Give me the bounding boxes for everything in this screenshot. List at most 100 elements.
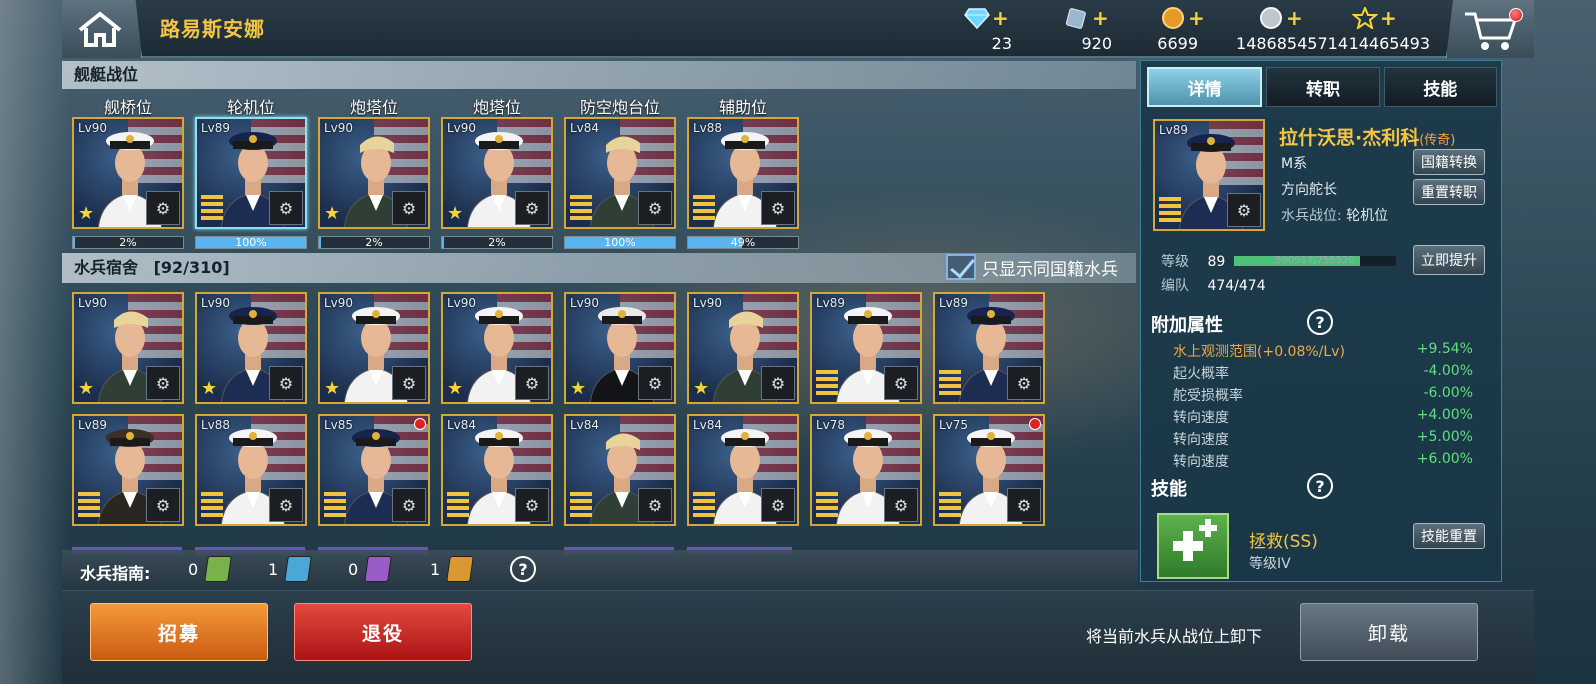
- sailor-level: Lv90: [693, 296, 723, 310]
- sailor-card[interactable]: Lv90 ★ ⚙: [318, 292, 430, 404]
- sailor-card[interactable]: Lv90 ★ ⚙: [564, 292, 676, 404]
- star-rank-icon: ★: [78, 378, 95, 399]
- sailor-card[interactable]: Lv88 ⚙: [195, 414, 307, 526]
- sailor-rarity: (传奇): [1419, 133, 1456, 148]
- skill-reset-button[interactable]: 技能重置: [1413, 523, 1485, 549]
- sailor-card[interactable]: Lv84 ⚙: [564, 117, 676, 229]
- guide-count: 0: [188, 559, 199, 579]
- sailor-card[interactable]: Lv90 ★ ⚙: [441, 292, 553, 404]
- tab-skills[interactable]: 技能: [1383, 67, 1497, 107]
- sailor-card[interactable]: Lv88 ⚙: [687, 117, 799, 229]
- dorm-count: [92/310]: [153, 258, 230, 277]
- sailor-card[interactable]: Lv90 ★ ⚙: [687, 292, 799, 404]
- star-rank-icon: ★: [324, 203, 341, 224]
- sailor-level: Lv89: [1159, 123, 1189, 137]
- guide-item[interactable]: 1: [268, 556, 313, 582]
- notification-dot: [1509, 8, 1523, 22]
- guide-item[interactable]: 0: [188, 556, 233, 582]
- help-icon[interactable]: ?: [510, 556, 536, 582]
- sailor-card[interactable]: Lv75 ⚙: [933, 414, 1045, 526]
- reset-job-button[interactable]: 重置转职: [1413, 179, 1485, 205]
- sailor-card[interactable]: Lv89 ⚙: [72, 414, 184, 526]
- sailor-card[interactable]: Lv90 ★ ⚙: [72, 292, 184, 404]
- progress-fill: [319, 237, 322, 248]
- progress-text: 2%: [119, 236, 137, 249]
- sailor-level: Lv84: [570, 418, 600, 432]
- progress-text: 49%: [730, 236, 756, 249]
- checkbox-icon[interactable]: [946, 254, 976, 280]
- same-nationality-filter[interactable]: 只显示同国籍水兵: [946, 252, 1118, 282]
- skill-help-icon[interactable]: ?: [1307, 473, 1333, 499]
- tab-job-change[interactable]: 转职: [1266, 67, 1380, 107]
- sailor-card[interactable]: Lv89 ⚙: [810, 292, 922, 404]
- home-button[interactable]: [62, 0, 142, 58]
- chevron-rank-icon: [816, 370, 838, 398]
- game-frame: 路易斯安娜 + 23 + 920 + 6699 + 14868545714 + …: [62, 0, 1534, 684]
- sailor-card[interactable]: Lv89 ⚙: [1153, 119, 1265, 231]
- dorm-title: 水兵宿舍: [74, 258, 139, 277]
- post-label: 水兵战位:: [1281, 208, 1342, 224]
- shop-button[interactable]: [1446, 0, 1534, 58]
- sailor-level: Lv84: [693, 418, 723, 432]
- sailor-card[interactable]: Lv84 ⚙: [687, 414, 799, 526]
- star-rank-icon: ★: [324, 378, 341, 399]
- level-value: 89: [1207, 254, 1226, 270]
- sailor-card[interactable]: Lv90 ★ ⚙: [72, 117, 184, 229]
- slot-progress-bar: 2%: [318, 236, 430, 249]
- chevron-rank-icon: [1159, 197, 1181, 225]
- team-label: 编队: [1161, 278, 1189, 294]
- slot-label: 炮塔位: [349, 98, 398, 117]
- sailor-card[interactable]: Lv78 ⚙: [810, 414, 922, 526]
- plus-icon[interactable]: +: [1286, 8, 1303, 28]
- nationality-change-button[interactable]: 国籍转换: [1413, 149, 1485, 175]
- guide-help[interactable]: ?: [510, 556, 536, 582]
- job-badge-icon: ⚙: [269, 191, 303, 225]
- sailor-card[interactable]: Lv85 ⚙: [318, 414, 430, 526]
- chevron-rank-icon: [447, 492, 469, 520]
- sailor-card[interactable]: Lv90 ★ ⚙: [318, 117, 430, 229]
- star-rank-icon: ★: [447, 203, 464, 224]
- star-rank-icon: ★: [570, 378, 587, 399]
- sailor-post-line: 水兵战位: 轮机位: [1281, 205, 1388, 225]
- guide-item[interactable]: 1: [430, 556, 475, 582]
- job-badge-icon: ⚙: [146, 366, 180, 400]
- attr-help-icon[interactable]: ?: [1307, 309, 1333, 335]
- sailor-card[interactable]: Lv84 ⚙: [441, 414, 553, 526]
- sailor-card[interactable]: Lv90 ★ ⚙: [195, 292, 307, 404]
- skill-level: 等级IV: [1249, 556, 1291, 572]
- unload-button[interactable]: 卸载: [1300, 603, 1478, 661]
- tab-details[interactable]: 详情: [1147, 67, 1263, 107]
- job-badge-icon: ⚙: [269, 488, 303, 522]
- detail-panel: 详情 转职 技能 Lv89 ⚙ 拉什沃思·杰利科(传奇) M系 方向舵长 水兵战位…: [1140, 60, 1502, 582]
- sailor-card[interactable]: Lv89 ⚙: [195, 117, 307, 229]
- guide-item[interactable]: 0: [348, 556, 393, 582]
- plus-icon[interactable]: +: [1092, 8, 1109, 28]
- chevron-rank-icon: [693, 195, 715, 223]
- slot-progress-bar: 100%: [564, 236, 676, 249]
- job-badge-icon: ⚙: [1007, 366, 1041, 400]
- star-rank-icon: ★: [201, 378, 218, 399]
- skill-icon[interactable]: [1157, 513, 1229, 579]
- gold-coin-icon: [1162, 7, 1184, 29]
- slot-label: 轮机位: [226, 98, 275, 117]
- progress-fill: [73, 237, 76, 248]
- progress-text: 2%: [365, 236, 383, 249]
- job-badge-icon: ⚙: [638, 366, 672, 400]
- sailor-card[interactable]: Lv84 ⚙: [564, 414, 676, 526]
- guide-book-icon: [446, 556, 475, 582]
- plus-icon[interactable]: +: [1188, 8, 1205, 28]
- guide-book-icon: [284, 556, 313, 582]
- plus-icon[interactable]: +: [1380, 8, 1397, 28]
- diamond-value: 23: [991, 34, 1012, 53]
- retire-button[interactable]: 退役: [294, 603, 472, 661]
- job-badge-icon: ⚙: [146, 488, 180, 522]
- ticket-icon: [1065, 8, 1086, 29]
- sailor-card[interactable]: Lv89 ⚙: [933, 292, 1045, 404]
- sailor-card[interactable]: Lv90 ★ ⚙: [441, 117, 553, 229]
- attr-row: 转向速度 +4.00%: [1173, 407, 1473, 427]
- recruit-button[interactable]: 招募: [90, 603, 268, 661]
- plus-icon[interactable]: +: [992, 8, 1009, 28]
- instant-upgrade-button[interactable]: 立即提升: [1413, 245, 1485, 275]
- sailor-name: 拉什沃思·杰利科: [1279, 127, 1420, 149]
- sailor-level: Lv85: [324, 418, 354, 432]
